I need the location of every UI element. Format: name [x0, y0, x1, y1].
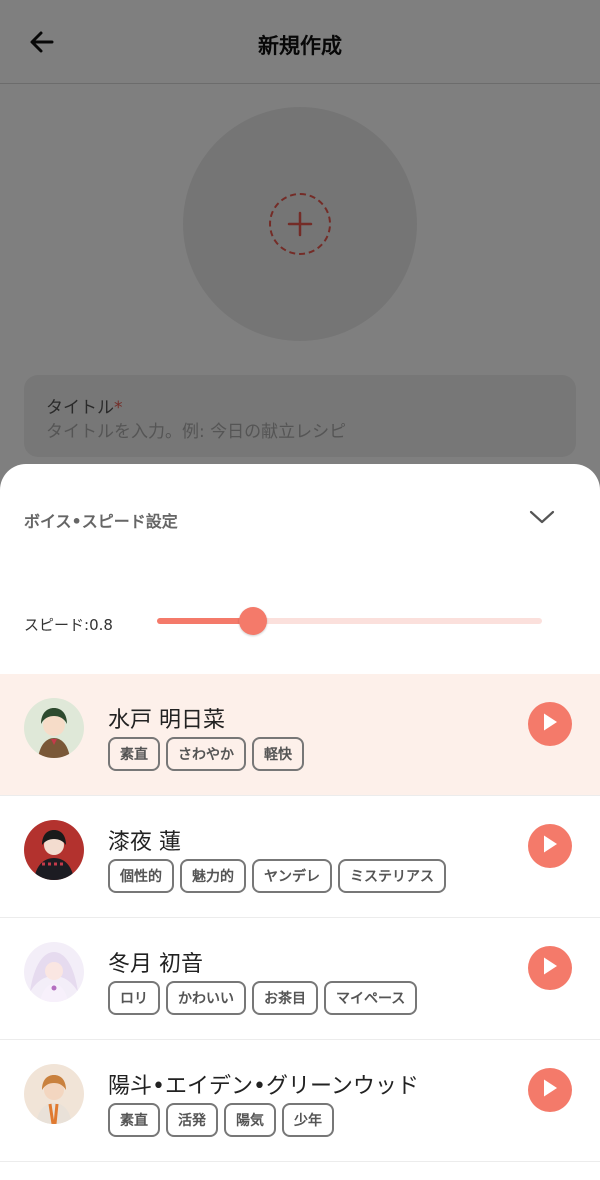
voice-name: 漆夜 蓮 — [108, 830, 181, 855]
collapse-button[interactable] — [522, 502, 562, 536]
speed-slider-thumb[interactable] — [239, 607, 268, 635]
tag-list: 素直 さわやか 軽快 — [108, 737, 304, 771]
voice-tag: 活発 — [166, 1103, 218, 1137]
voice-list: 水戸 明日菜 素直 さわやか 軽快 漆夜 蓮個性的 魅力的 ヤンデレ ミステリアス 冬月 初音ロ… — [0, 674, 600, 1162]
voice-tag: 素直 — [108, 1103, 160, 1137]
play-button[interactable] — [528, 946, 572, 990]
voice-tag: 個性的 — [108, 859, 174, 893]
voice-item[interactable]: 水戸 明日菜素直 さわやか 軽快 — [0, 674, 600, 796]
voice-tag: さわやか — [166, 737, 246, 771]
voice-name: 陽斗•エイデン•グリーンウッド — [108, 1074, 419, 1099]
play-icon — [541, 834, 559, 858]
voice-tag: ロリ — [108, 981, 160, 1015]
voice-tag: お茶目 — [252, 981, 318, 1015]
voice-tag: マイペース — [324, 981, 418, 1015]
play-button[interactable] — [528, 702, 572, 746]
avatar — [24, 942, 84, 1002]
voice-tag: 素直 — [108, 737, 160, 771]
sheet-title: ボイス•スピード設定 — [24, 512, 178, 531]
voice-tag: ヤンデレ — [252, 859, 332, 893]
voice-item[interactable]: 冬月 初音ロリ かわいい お茶目 マイペース — [0, 918, 600, 1040]
speed-label: スピード:0.8 — [24, 616, 113, 634]
speed-row: スピード:0.8 — [0, 602, 600, 642]
play-button[interactable] — [528, 1068, 572, 1112]
speed-slider[interactable] — [157, 607, 542, 635]
voice-name: 水戸 明日菜 — [108, 708, 225, 733]
play-button[interactable] — [528, 824, 572, 868]
play-icon — [541, 1078, 559, 1102]
voice-speed-sheet: ボイス•スピード設定 スピード:0.8 水戸 明日菜 素直 さわやか 軽快 漆夜 蓮個性… — [0, 464, 600, 1180]
voice-item[interactable]: 陽斗•エイデン•グリーンウッド素直 活発 陽気 少年 — [0, 1040, 600, 1162]
voice-tag: 魅力的 — [180, 859, 246, 893]
voice-tag: 陽気 — [224, 1103, 276, 1137]
voice-name: 冬月 初音 — [108, 952, 203, 977]
avatar — [24, 820, 84, 880]
play-icon — [541, 712, 559, 736]
speed-value: 0.8 — [89, 616, 113, 634]
voice-tag: かわいい — [166, 981, 246, 1015]
voice-tag: ミステリアス — [338, 859, 446, 893]
voice-item[interactable]: 漆夜 蓮個性的 魅力的 ヤンデレ ミステリアス — [0, 796, 600, 918]
play-icon — [541, 956, 559, 980]
tag-list: 素直 活発 陽気 少年 — [108, 1103, 334, 1137]
avatar — [24, 698, 84, 758]
voice-tag: 軽快 — [252, 737, 304, 771]
tag-list: 個性的 魅力的 ヤンデレ ミステリアス — [108, 859, 446, 893]
chevron-down-icon — [528, 508, 556, 530]
avatar — [24, 1064, 84, 1124]
tag-list: ロリ かわいい お茶目 マイペース — [108, 981, 418, 1015]
voice-tag: 少年 — [282, 1103, 334, 1137]
sheet-header: ボイス•スピード設定 — [0, 464, 600, 574]
